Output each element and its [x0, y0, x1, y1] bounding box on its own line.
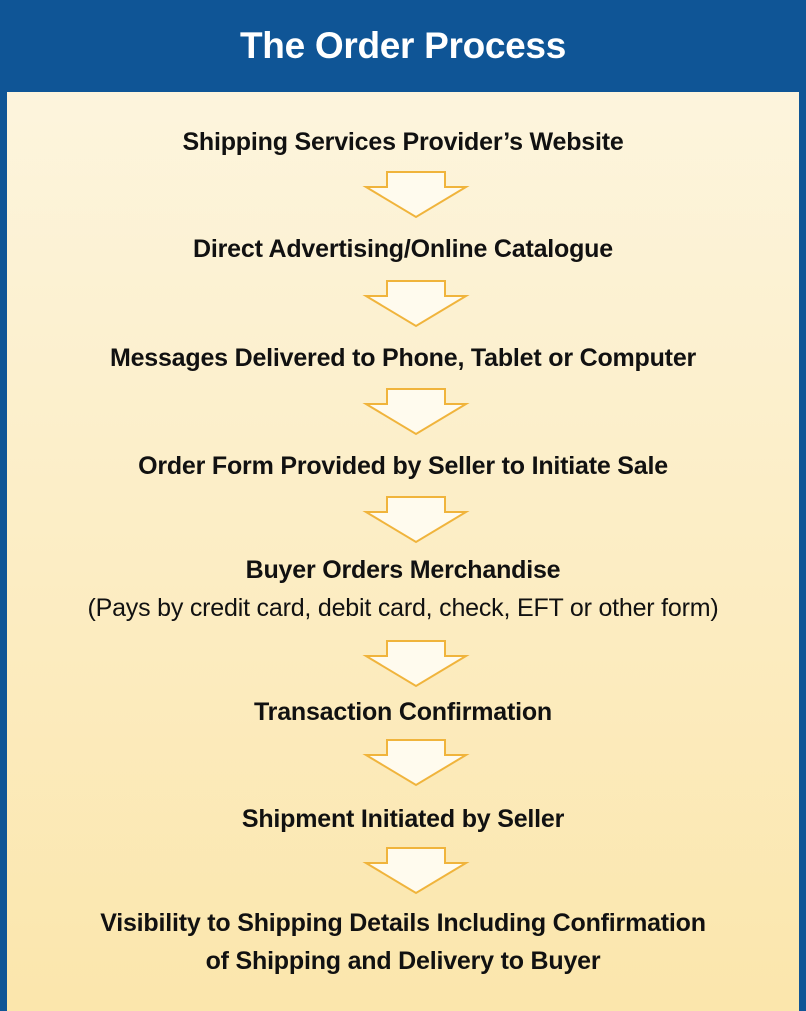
step-label: Shipment Initiated by Seller [241, 805, 565, 833]
step-advertising: Direct Advertising/Online Catalogue [7, 230, 799, 268]
step-shipment-initiated: Shipment Initiated by Seller [7, 800, 799, 838]
down-arrow-icon [362, 279, 470, 329]
step-website: Shipping Services Provider’s Website [7, 123, 799, 161]
step-label-line2: of Shipping and Delivery to Buyer [205, 947, 601, 975]
step-transaction-confirmation: Transaction Confirmation [7, 693, 799, 731]
down-arrow-icon [362, 846, 470, 896]
down-arrow-icon [362, 387, 470, 437]
step-label: Order Form Provided by Seller to Initiat… [138, 452, 668, 480]
step-visibility: Visibility to Shipping Details Including… [7, 904, 799, 980]
down-arrow-icon [362, 170, 470, 220]
step-label: Messages Delivered to Phone, Tablet or C… [109, 344, 697, 372]
diagram-title: The Order Process [240, 25, 566, 66]
step-label: Direct Advertising/Online Catalogue [193, 235, 613, 263]
step-messages: Messages Delivered to Phone, Tablet or C… [7, 339, 799, 377]
step-buyer-orders: Buyer Orders Merchandise (Pays by credit… [7, 551, 799, 627]
title-bar: The Order Process [7, 0, 799, 92]
down-arrow-icon [362, 495, 470, 545]
step-label: Transaction Confirmation [253, 698, 552, 726]
step-label: Visibility to Shipping Details Including… [100, 909, 706, 937]
step-order-form: Order Form Provided by Seller to Initiat… [7, 447, 799, 485]
order-process-panel: The Order Process Shipping Services Prov… [0, 0, 806, 1011]
step-sublabel: (Pays by credit card, debit card, check,… [87, 594, 719, 622]
down-arrow-icon [362, 738, 470, 788]
step-label: Shipping Services Provider’s Website [182, 128, 624, 156]
down-arrow-icon [362, 639, 470, 689]
step-label: Buyer Orders Merchandise [245, 556, 561, 584]
